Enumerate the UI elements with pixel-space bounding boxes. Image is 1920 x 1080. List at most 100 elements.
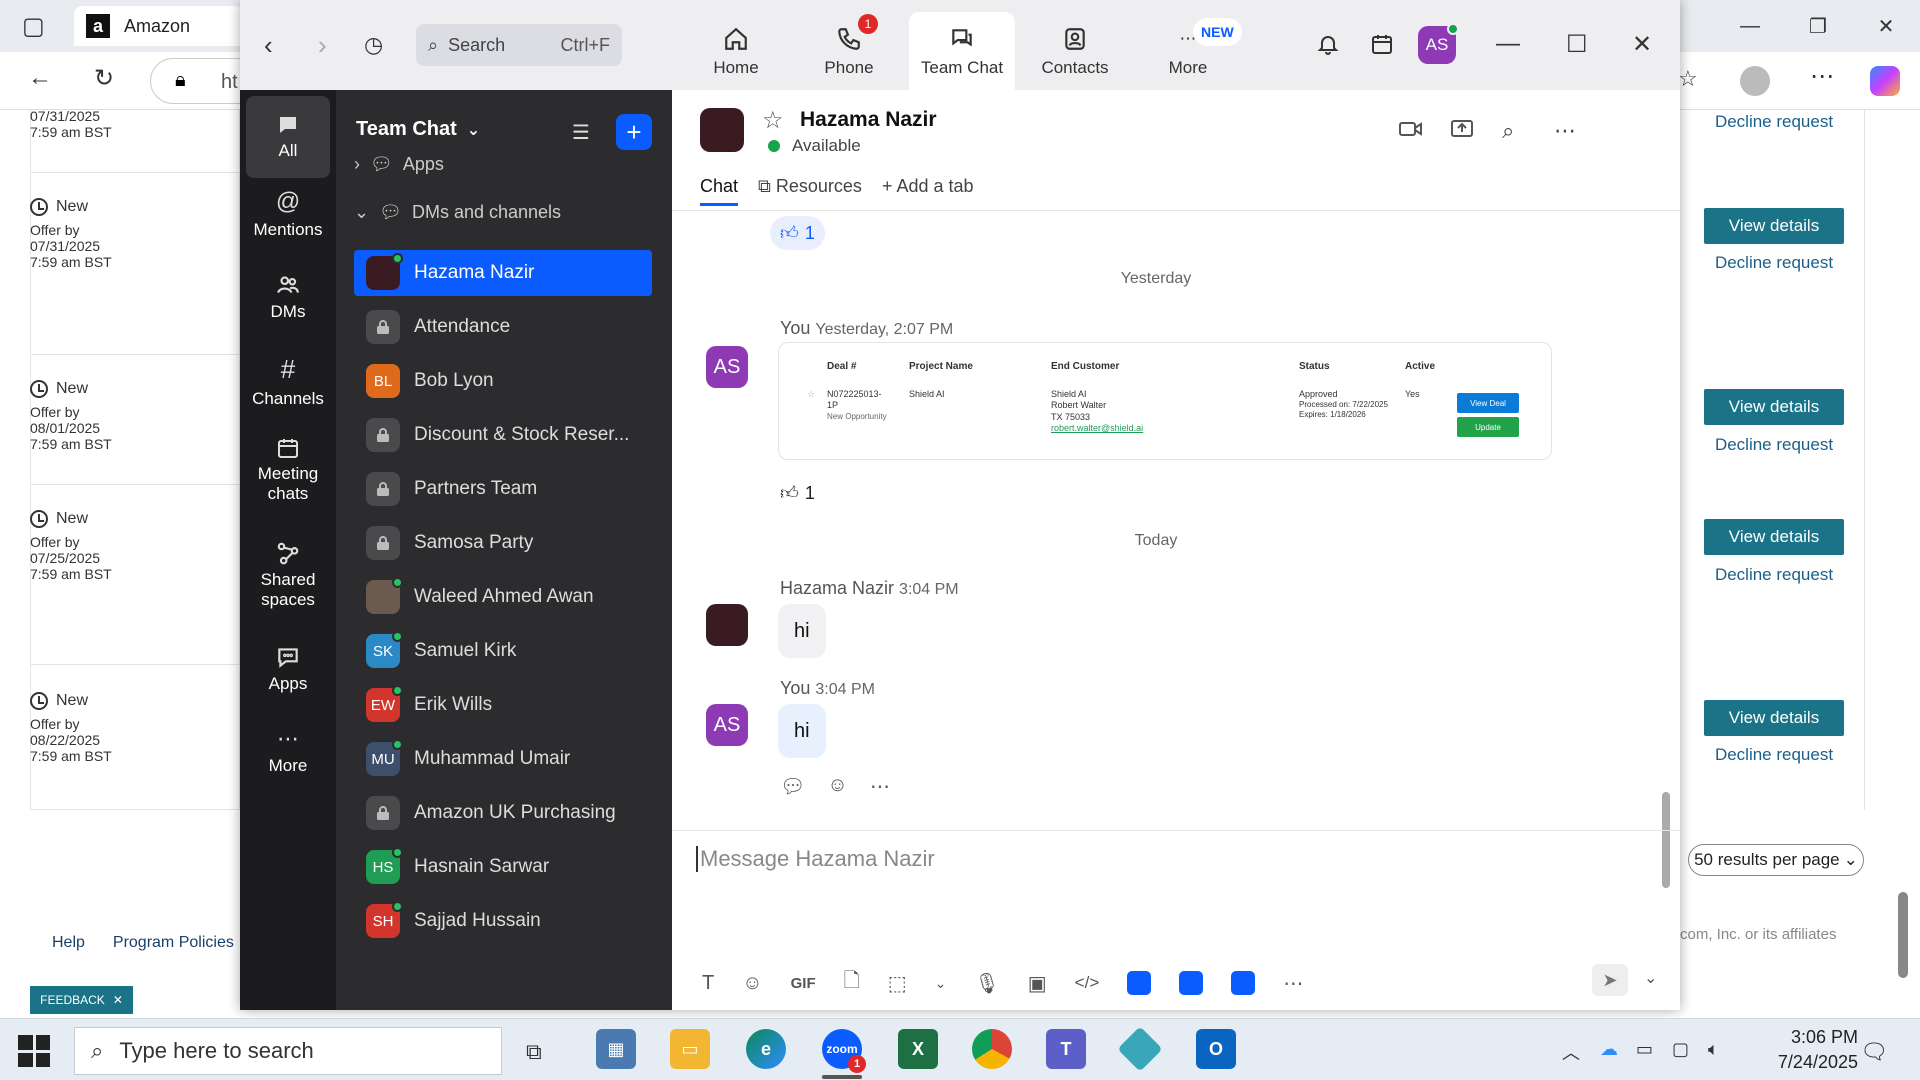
file-icon[interactable]: 🗋︎ [844, 966, 860, 1000]
channel-list-item[interactable]: SH Sajjad Hussain [354, 898, 652, 944]
avatar[interactable] [706, 604, 748, 646]
tab-home[interactable]: Home [683, 12, 789, 90]
view-details-button[interactable]: View details [1704, 389, 1844, 425]
tab-resources[interactable]: ⧉ Resources [758, 176, 862, 206]
view-details-button[interactable]: View details [1704, 700, 1844, 736]
send-options-chevron-icon[interactable]: ⌄ [1644, 968, 1657, 988]
browser-tab-amazon[interactable]: a Amazon [74, 6, 244, 46]
channel-list-item[interactable]: Samosa Party [354, 520, 652, 566]
history-icon[interactable]: ◷ [364, 32, 383, 58]
contact-avatar[interactable] [700, 108, 744, 152]
decline-request-link[interactable]: Decline request [1704, 745, 1844, 765]
thumbs-up-reaction[interactable]: 👍︎ 1 [770, 216, 825, 250]
edge-browser-app-icon[interactable]: e [746, 1029, 786, 1069]
channel-list-item[interactable]: Hazama Nazir [354, 250, 652, 296]
view-details-button[interactable]: View details [1704, 519, 1844, 555]
rail-item-mentions[interactable]: @ Mentions [246, 188, 330, 240]
system-clock[interactable]: 3:06 PM 7/24/2025 [1752, 1025, 1858, 1075]
minimize-icon[interactable]: — [1496, 30, 1520, 58]
tab-team-chat[interactable]: Team Chat [909, 12, 1015, 90]
rail-item-channels[interactable]: # Channels [246, 354, 330, 409]
notification-center-icon[interactable]: 🗨︎ [1860, 1039, 1888, 1065]
browser-reload-icon[interactable]: ↻ [94, 64, 114, 93]
view-details-button[interactable]: View details [1704, 208, 1844, 244]
decline-request-link[interactable]: Decline request [1704, 253, 1844, 273]
avatar[interactable]: AS [706, 346, 748, 388]
rail-item-dms[interactable]: DMs [246, 272, 330, 322]
channel-list-item[interactable]: HS Hasnain Sarwar [354, 844, 652, 890]
text-format-icon[interactable]: T [702, 972, 714, 995]
channel-list-item[interactable]: SK Samuel Kirk [354, 628, 652, 674]
reply-icon[interactable]: 💬︎ [780, 774, 805, 799]
chevron-down-icon[interactable]: ⌄ [935, 975, 947, 992]
search-input[interactable]: ⌕ Search Ctrl+F [416, 24, 622, 66]
back-icon[interactable]: ‹ [264, 30, 273, 61]
tab-add-a-tab[interactable]: + Add a tab [882, 176, 974, 206]
browser-close-button[interactable]: ✕ [1852, 0, 1920, 52]
decline-request-link[interactable]: Decline request [1704, 435, 1844, 455]
channel-list-item[interactable]: Amazon UK Purchasing [354, 790, 652, 836]
network-icon[interactable]: ▢ [1672, 1039, 1689, 1060]
file-explorer-app-icon[interactable]: ▭ [670, 1029, 710, 1069]
channel-list-item[interactable]: MU Muhammad Umair [354, 736, 652, 782]
browser-restore-button[interactable]: ❐ [1784, 0, 1852, 52]
close-icon[interactable]: ✕ [113, 993, 123, 1007]
channel-list-item[interactable]: Attendance [354, 304, 652, 350]
rail-item-apps[interactable]: Apps [246, 644, 330, 694]
docs-app-icon[interactable] [1127, 971, 1152, 995]
screenshot-icon[interactable]: ⬚ [888, 971, 907, 996]
chat-scrollbar[interactable] [1660, 212, 1670, 888]
gif-icon[interactable]: GIF [791, 975, 816, 992]
rail-item-shared-spaces[interactable]: Shared spaces [246, 540, 330, 610]
outlook-app-icon[interactable]: O [1196, 1029, 1236, 1069]
footer-link-help[interactable]: Help [52, 934, 85, 952]
rail-item-all[interactable]: All [246, 96, 330, 178]
search-icon[interactable]: ⌕ [1502, 118, 1514, 144]
video-call-icon[interactable] [1398, 118, 1424, 146]
browser-minimize-button[interactable]: — [1716, 0, 1784, 52]
decline-request-link[interactable]: Decline request [1704, 565, 1844, 585]
calculator-app-icon[interactable]: ▦ [596, 1029, 636, 1069]
chrome-app-icon[interactable] [972, 1029, 1012, 1069]
microphone-icon[interactable]: 🎙︎ [974, 971, 999, 996]
channel-list-item[interactable]: BL Bob Lyon [354, 358, 652, 404]
browser-back-icon[interactable]: ← [28, 64, 52, 92]
new-chat-button[interactable]: + [616, 114, 652, 150]
share-screen-icon[interactable] [1450, 118, 1474, 146]
dms-channels-section-header[interactable]: ⌄ 💬︎ DMs and channels [354, 202, 561, 223]
footer-link-program-policies[interactable]: Program Policies [113, 934, 234, 952]
taskbar-search-input[interactable]: ⌕ Type here to search [74, 1027, 502, 1075]
browser-sidebar-icon[interactable]: ▢ [22, 12, 45, 41]
excel-app-icon[interactable]: X [898, 1029, 938, 1069]
tab-contacts[interactable]: Contacts [1022, 12, 1128, 90]
tab-chat[interactable]: Chat [700, 176, 739, 206]
channel-list-item[interactable]: Waleed Ahmed Awan [354, 574, 652, 620]
thumbs-up-reaction[interactable]: 👍︎ 1 [770, 476, 825, 510]
browser-scrollbar[interactable] [1896, 110, 1912, 1010]
volume-icon[interactable]: 🔈︎ [1708, 1039, 1719, 1060]
video-message-icon[interactable]: ▣ [1028, 971, 1047, 996]
show-hidden-icons-chevron-icon[interactable]: ︿ [1562, 1039, 1580, 1065]
onedrive-cloud-icon[interactable]: ☁ [1600, 1039, 1618, 1060]
user-avatar[interactable]: AS [1418, 23, 1459, 64]
message-input[interactable]: Message Hazama Nazir [696, 846, 935, 872]
channel-list-item[interactable]: EW Erik Wills [354, 682, 652, 728]
tab-more[interactable]: ⋯ NEW More [1135, 12, 1242, 90]
add-reaction-icon[interactable]: ☺ [827, 774, 847, 799]
browser-profile-avatar[interactable] [1740, 66, 1770, 96]
maximize-icon[interactable]: ☐ [1566, 30, 1588, 59]
feedback-button[interactable]: FEEDBACK ✕ [30, 986, 133, 1014]
rail-item-meeting-chats[interactable]: Meeting chats [246, 436, 330, 504]
generic-app-icon[interactable] [1117, 1026, 1163, 1072]
more-options-icon[interactable]: ⋯ [870, 774, 890, 799]
whiteboard-app-icon[interactable] [1179, 971, 1204, 995]
avatar[interactable]: AS [706, 704, 748, 746]
battery-icon[interactable]: ▭ [1636, 1039, 1653, 1060]
send-button[interactable]: ➤ [1592, 964, 1628, 996]
more-options-icon[interactable]: ⋯ [1554, 118, 1576, 144]
channel-list-item[interactable]: Partners Team [354, 466, 652, 512]
message-bubble[interactable]: hi [778, 704, 826, 758]
decline-request-link[interactable]: Decline request [1704, 112, 1844, 132]
close-icon[interactable]: ✕ [1632, 30, 1652, 59]
copilot-icon[interactable] [1870, 66, 1900, 96]
